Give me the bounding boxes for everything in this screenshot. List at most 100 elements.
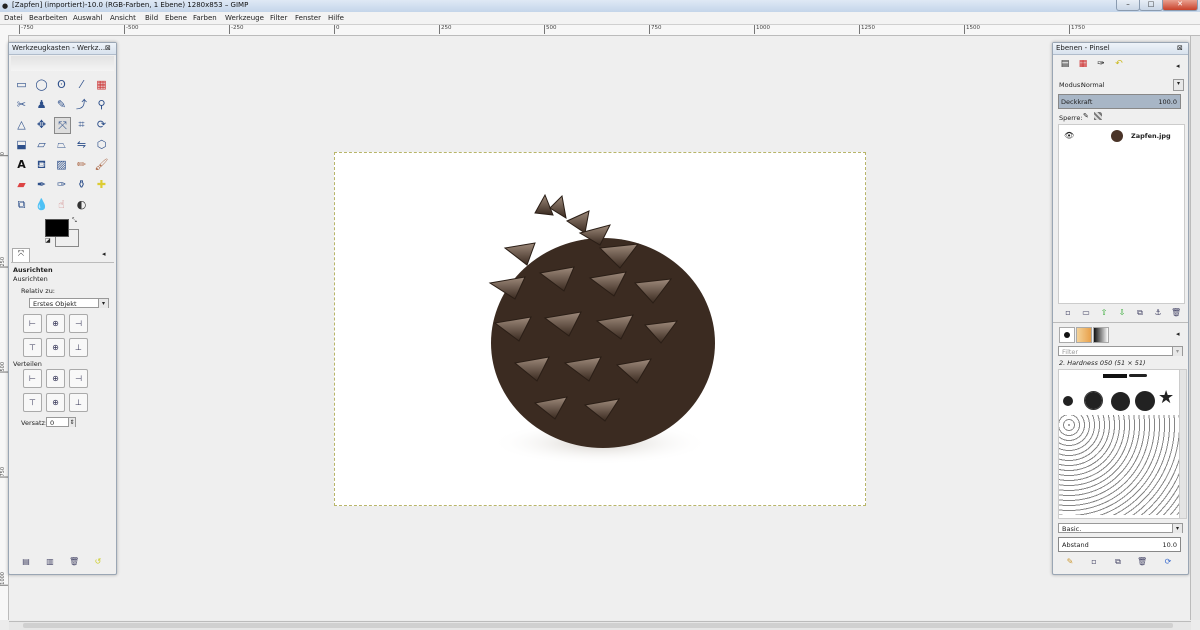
layers-dock-title[interactable]: Ebenen - Pinsel	[1053, 43, 1188, 55]
zoom-icon[interactable]: ⚲	[94, 97, 109, 112]
tool-options-tab[interactable]: ⤧	[12, 248, 30, 263]
lock-alpha-icon[interactable]	[1094, 112, 1102, 120]
menu-fenster[interactable]: Fenster	[295, 14, 321, 22]
horizontal-ruler[interactable]: -750 -500 -250 0 250 500 750 1000 1250 1…	[0, 25, 1200, 36]
duplicate-brush-icon[interactable]: ⧉	[1113, 557, 1123, 567]
distribute-left-button[interactable]: ⊢	[23, 369, 42, 388]
eye-icon[interactable]: 👁	[1064, 131, 1074, 140]
paths-icon[interactable]: ✎	[54, 97, 69, 112]
pencil-icon[interactable]: ✏	[74, 157, 89, 172]
minimize-button[interactable]: –	[1116, 0, 1140, 11]
align-middle-button[interactable]: ⊕	[46, 338, 65, 357]
toolbox-title[interactable]: Werkzeugkasten - Werkz...	[9, 43, 116, 55]
menu-bild[interactable]: Bild	[145, 14, 158, 22]
brush-preset-select[interactable]: Basic. ▾	[1058, 523, 1183, 533]
foreground-select-icon[interactable]: ♟	[34, 97, 49, 112]
brush-item-selected[interactable]	[1084, 391, 1103, 410]
airbrush-icon[interactable]: ✒	[34, 177, 49, 192]
magic-wand-icon[interactable]: ⁄	[74, 77, 89, 92]
delete-options-icon[interactable]: 🗑	[69, 557, 79, 567]
lasso-icon[interactable]: ʘ	[54, 77, 69, 92]
tab-menu-icon[interactable]: ◂	[102, 250, 106, 258]
rotate-icon[interactable]: ⟳	[94, 117, 109, 132]
opacity-slider[interactable]: Deckkraft 100.0	[1058, 94, 1181, 109]
brush-filter-input[interactable]: Filter ▾	[1058, 346, 1183, 356]
distribute-bottom-button[interactable]: ⊥	[69, 393, 88, 412]
align-bottom-button[interactable]: ⊥	[69, 338, 88, 357]
tab-menu-icon[interactable]: ◂	[1176, 62, 1180, 70]
smudge-icon[interactable]: ☝	[54, 197, 69, 212]
scissors-icon[interactable]: ✂	[14, 97, 29, 112]
undo-tab-icon[interactable]: ↶	[1111, 59, 1127, 74]
blur-icon[interactable]: 💧	[34, 197, 49, 212]
align-right-button[interactable]: ⊣	[69, 314, 88, 333]
blend-icon[interactable]: ▨	[54, 157, 69, 172]
brush-grid[interactable]: ★	[1058, 369, 1181, 519]
paintbrush-icon[interactable]: 🖌	[94, 157, 109, 172]
distribute-top-button[interactable]: ⊤	[23, 393, 42, 412]
ellipse-select-icon[interactable]: ◯	[34, 77, 49, 92]
delete-brush-icon[interactable]: 🗑	[1137, 557, 1147, 567]
perspective-icon[interactable]: ⏢	[54, 137, 69, 152]
menu-farben[interactable]: Farben	[193, 14, 217, 22]
ink-icon[interactable]: ✑	[54, 177, 69, 192]
align-top-button[interactable]: ⊤	[23, 338, 42, 357]
channels-tab-icon[interactable]: ▦	[1075, 59, 1091, 74]
lower-layer-icon[interactable]: ⇩	[1117, 308, 1127, 318]
star-brush-icon[interactable]: ★	[1158, 387, 1174, 408]
mode-value[interactable]: Normal	[1081, 81, 1105, 89]
close-icon[interactable]: ⊠	[105, 44, 111, 52]
raise-layer-icon[interactable]: ⇧	[1099, 308, 1109, 318]
brush-scrollbar[interactable]	[1179, 369, 1187, 519]
chevron-down-icon[interactable]: ▾	[1173, 79, 1184, 91]
default-colors-icon[interactable]: ◪	[45, 237, 51, 244]
menu-ansicht[interactable]: Ansicht	[110, 14, 136, 22]
vertical-scrollbar[interactable]	[1190, 36, 1200, 620]
toolbox-drop-area[interactable]	[11, 56, 114, 71]
color-select-icon[interactable]: ▦	[94, 77, 109, 92]
relative-to-select[interactable]: Erstes Objekt ▾	[29, 298, 109, 308]
menu-werkzeuge[interactable]: Werkzeuge	[225, 14, 264, 22]
menu-datei[interactable]: Datei	[4, 14, 23, 22]
refresh-brushes-icon[interactable]: ⟳	[1163, 557, 1173, 567]
distribute-right-button[interactable]: ⊣	[69, 369, 88, 388]
delete-layer-icon[interactable]: 🗑	[1171, 308, 1181, 318]
menu-bearbeiten[interactable]: Bearbeiten	[29, 14, 67, 22]
horizontal-scrollbar[interactable]	[9, 621, 1191, 630]
scale-icon[interactable]: ⬓	[14, 137, 29, 152]
menu-ebene[interactable]: Ebene	[165, 14, 187, 22]
lock-pixels-icon[interactable]: ✎	[1083, 112, 1089, 120]
crop-icon[interactable]: ⌗	[74, 117, 89, 132]
shear-icon[interactable]: ▱	[34, 137, 49, 152]
layers-tab-icon[interactable]: ▤	[1057, 59, 1073, 74]
anchor-layer-icon[interactable]: ⚓	[1153, 308, 1163, 318]
image-canvas[interactable]	[334, 152, 866, 506]
brush-item[interactable]	[1111, 392, 1130, 411]
gradients-tab-icon[interactable]	[1093, 327, 1109, 343]
scrollbar-thumb[interactable]	[23, 623, 1173, 628]
reset-options-icon[interactable]: ↺	[93, 557, 103, 567]
close-icon[interactable]: ⊠	[1177, 44, 1183, 52]
layer-row[interactable]: 👁 Zapfen.jpg	[1059, 127, 1184, 145]
maximize-button[interactable]: □	[1139, 0, 1163, 11]
text-tool-icon[interactable]: A	[14, 157, 29, 172]
brush-item[interactable]	[1129, 374, 1147, 377]
flip-icon[interactable]: ⇋	[74, 137, 89, 152]
texture-brushes[interactable]	[1059, 415, 1180, 515]
close-button[interactable]: ✕	[1162, 0, 1198, 11]
new-layer-icon[interactable]: ▫	[1063, 308, 1073, 318]
offset-input[interactable]: 0 ⇕	[46, 417, 76, 427]
clone-icon[interactable]: ⚱	[74, 177, 89, 192]
swap-colors-icon[interactable]: ⤡	[72, 217, 77, 225]
paths-tab-icon[interactable]: ✑	[1093, 59, 1109, 74]
patterns-tab-icon[interactable]	[1076, 327, 1092, 343]
distribute-middle-button[interactable]: ⊕	[46, 393, 65, 412]
menu-auswahl[interactable]: Auswahl	[73, 14, 102, 22]
menu-hilfe[interactable]: Hilfe	[328, 14, 344, 22]
new-group-icon[interactable]: ▭	[1081, 308, 1091, 318]
restore-options-icon[interactable]: ▥	[45, 557, 55, 567]
dodge-burn-icon[interactable]: ◐	[74, 197, 89, 212]
brush-item[interactable]	[1135, 391, 1155, 411]
edit-brush-icon[interactable]: ✎	[1065, 557, 1075, 567]
foreground-color-swatch[interactable]	[45, 219, 69, 237]
